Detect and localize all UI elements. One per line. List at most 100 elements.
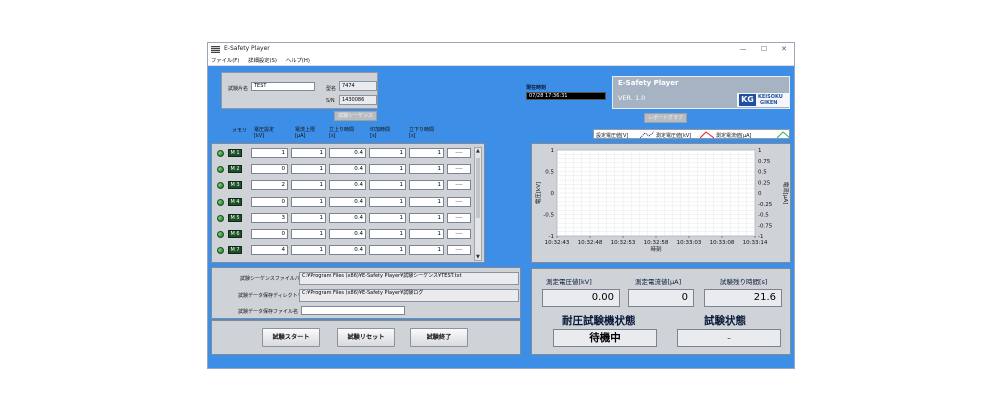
memory-led-icon[interactable] <box>217 182 224 190</box>
table-row: M 4 0 1 0.4 1 1 ---- <box>212 196 472 209</box>
seq-path-field[interactable]: C:¥Program Files (x86)¥E-Safety Player¥試… <box>299 272 519 285</box>
cell-extra-button[interactable]: ---- <box>447 229 471 239</box>
path-panel: 試験シーケンスファイルパス C:¥Program Files (x86)¥E-S… <box>211 267 521 319</box>
chart-panel: 10:32:43 10:32:48 10:32:53 10:32:58 10:33:03… <box>531 143 791 263</box>
scroll-down-icon[interactable]: ▼ <box>476 254 480 260</box>
x-tick-label: 10:33:08 <box>710 240 735 246</box>
cell-apply[interactable]: 1 <box>369 164 406 175</box>
y-tick-label: 0.5 <box>545 170 554 176</box>
time-display: 07/28 17:36:31 <box>526 92 606 100</box>
cell-extra-button[interactable]: ---- <box>447 196 471 207</box>
test-name-input[interactable]: TEST <box>251 82 315 91</box>
cell-rise[interactable]: 0.4 <box>329 180 366 191</box>
cell-rise[interactable]: 0.4 <box>329 148 366 158</box>
cell-extra-button[interactable]: ---- <box>447 180 471 191</box>
brand-version: VER. 1.0 <box>618 94 646 102</box>
cell-i[interactable]: 1 <box>291 245 326 256</box>
cell-v[interactable]: 4 <box>251 245 288 256</box>
cell-rise[interactable]: 0.4 <box>329 229 366 239</box>
app-icon <box>211 46 220 53</box>
cell-apply[interactable]: 1 <box>369 229 406 239</box>
remaining-time-label: 試験残り時間[s] <box>720 278 768 286</box>
cell-fall[interactable]: 1 <box>409 212 444 223</box>
cell-v[interactable]: 1 <box>251 148 288 158</box>
meas-current-value: 0 <box>628 289 694 307</box>
cell-fall[interactable]: 1 <box>409 196 444 207</box>
cell-extra-button[interactable]: ---- <box>447 245 471 256</box>
brand-panel: E-Safety Player VER. 1.0 KG KEISOKU GIKE… <box>612 76 790 109</box>
report-graph-button[interactable]: レポートグラフ <box>644 113 687 123</box>
scroll-thumb[interactable] <box>476 158 480 218</box>
cell-rise[interactable]: 0.4 <box>329 245 366 256</box>
memory-label: M 6 <box>228 230 242 238</box>
menu-bar: ファイル(F) 詳細設定(S) ヘルプ(H) <box>208 57 794 66</box>
cell-i[interactable]: 1 <box>291 180 326 191</box>
cell-apply[interactable]: 1 <box>369 148 406 158</box>
cell-apply[interactable]: 1 <box>369 180 406 191</box>
reset-button[interactable]: 試験リセット <box>337 328 395 347</box>
cell-extra-button[interactable]: ---- <box>447 164 471 175</box>
cell-fall[interactable]: 1 <box>409 245 444 256</box>
cell-apply[interactable]: 1 <box>369 196 406 207</box>
memory-led-icon[interactable] <box>217 247 224 255</box>
memory-label: M 1 <box>228 149 242 157</box>
memory-led-icon[interactable] <box>217 214 224 222</box>
cell-rise[interactable]: 0.4 <box>329 212 366 223</box>
close-button[interactable]: ✕ <box>774 44 794 55</box>
y2-tick-label: 0 <box>758 191 762 197</box>
menu-file[interactable]: ファイル(F) <box>211 57 239 66</box>
cell-apply[interactable]: 1 <box>369 245 406 256</box>
memory-led-icon[interactable] <box>217 150 224 157</box>
cell-fall[interactable]: 1 <box>409 148 444 158</box>
memory-led-icon[interactable] <box>217 198 224 206</box>
minimize-button[interactable]: — <box>733 44 753 55</box>
test-sequence-button[interactable]: 試験シーケンス <box>334 111 377 121</box>
cell-i[interactable]: 1 <box>291 164 326 175</box>
brand-logo: KG KEISOKU GIKEN <box>737 93 789 107</box>
test-status-label: 試験状態 <box>704 315 746 327</box>
cell-fall[interactable]: 1 <box>409 229 444 239</box>
cell-fall[interactable]: 1 <box>409 180 444 191</box>
cell-v[interactable]: 2 <box>251 180 288 191</box>
x-tick-label: 10:32:48 <box>578 240 603 246</box>
maximize-button[interactable]: ☐ <box>754 44 774 55</box>
table-row: M 6 0 1 0.4 1 1 ---- <box>212 229 472 241</box>
y2-tick-label: -0.5 <box>758 213 769 219</box>
meas-voltage-label: 測定電圧値[kV] <box>546 278 592 286</box>
cell-v[interactable]: 0 <box>251 164 288 175</box>
y-axis-label: 電圧[kV] <box>535 182 542 204</box>
cell-rise[interactable]: 0.4 <box>329 196 366 207</box>
file-name-input[interactable] <box>301 306 405 315</box>
table-row: M 5 3 1 0.4 1 1 ---- <box>212 212 472 225</box>
status-panel: 測定電圧値[kV] 0.00 測定電流値[μA] 0 試験残り時間[s] 21.… <box>531 268 791 355</box>
cell-v[interactable]: 0 <box>251 196 288 207</box>
dir-path-field[interactable]: C:¥Program Files (x86)¥E-Safety Player¥試… <box>299 289 519 302</box>
cell-fall[interactable]: 1 <box>409 164 444 175</box>
y-tick-label: -1 <box>549 234 554 240</box>
start-button[interactable]: 試験スタート <box>262 328 320 347</box>
cell-i[interactable]: 1 <box>291 229 326 239</box>
cell-v[interactable]: 0 <box>251 229 288 239</box>
table-scrollbar[interactable]: ▲ ▼ <box>474 147 482 261</box>
cell-extra-button[interactable]: ---- <box>447 148 471 158</box>
chart-legend: 設定電圧値[V] 測定電圧値[kV] 測定電流値[μA] <box>593 129 790 139</box>
cell-apply[interactable]: 1 <box>369 212 406 223</box>
menu-help[interactable]: ヘルプ(H) <box>286 57 310 66</box>
end-button[interactable]: 試験終了 <box>410 328 468 347</box>
legend-meas-current-icon <box>700 131 714 139</box>
remaining-time-value: 21.6 <box>704 289 782 307</box>
menu-settings[interactable]: 詳細設定(S) <box>248 57 277 66</box>
cell-v[interactable]: 3 <box>251 212 288 223</box>
cell-i[interactable]: 1 <box>291 148 326 158</box>
scroll-up-icon[interactable]: ▲ <box>476 148 480 154</box>
memory-label: M 2 <box>228 165 242 174</box>
cell-i[interactable]: 1 <box>291 196 326 207</box>
cell-rise[interactable]: 0.4 <box>329 164 366 175</box>
sn-value: 1430086 <box>339 95 377 105</box>
model-value: 7474 <box>339 81 377 91</box>
memory-led-icon[interactable] <box>217 231 224 238</box>
cell-extra-button[interactable]: ---- <box>447 212 471 223</box>
cell-i[interactable]: 1 <box>291 212 326 223</box>
col-header-voltage: 電圧設定 [kV] <box>254 127 275 139</box>
memory-led-icon[interactable] <box>217 166 224 174</box>
